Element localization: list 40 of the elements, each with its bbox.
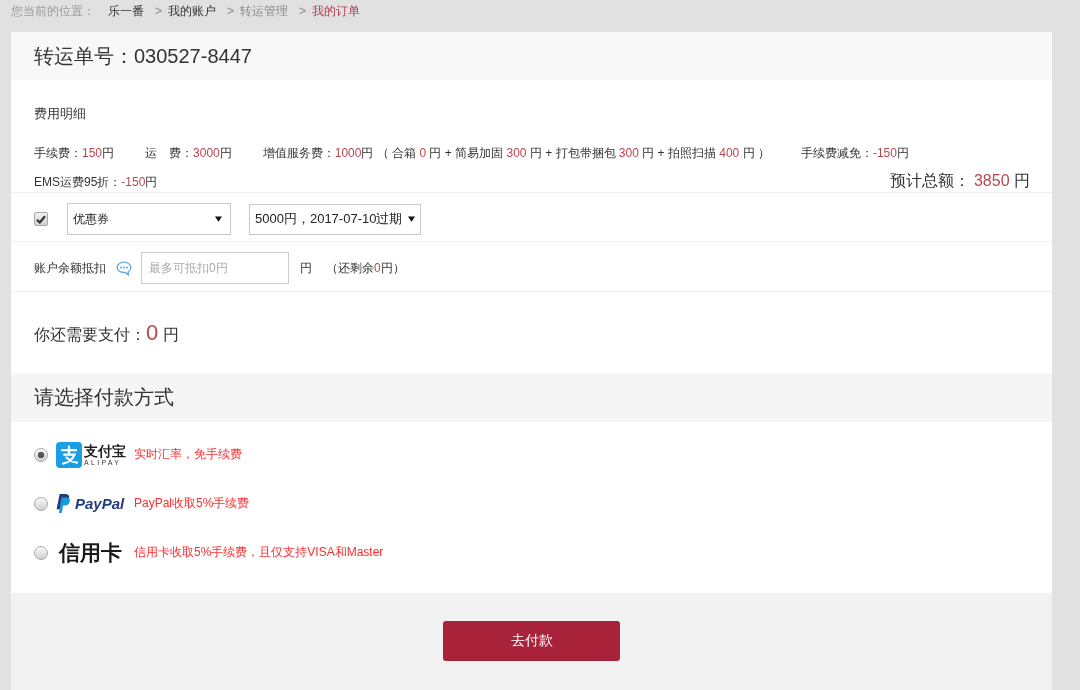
breadcrumb-separator: > (299, 4, 307, 18)
payment-note: 信用卡收取5%手续费，且仅支持VISA和Master (134, 544, 384, 561)
radio-button[interactable] (34, 447, 48, 462)
coupon-select[interactable]: 5000円，2017-07-10过期 (249, 203, 422, 235)
logo-text: 支付宝 (84, 442, 126, 459)
breadcrumb-link[interactable]: 乐一番 (108, 2, 144, 20)
payment-note: PayPal收取5%手续费 (134, 495, 250, 512)
breadcrumb-separator: > (155, 4, 162, 18)
check-icon (36, 214, 46, 224)
breadcrumb-link[interactable]: 我的账户 (168, 2, 216, 20)
radio-button[interactable] (34, 496, 48, 511)
estimated-total: 预计总额： 3850 円 (889, 171, 1030, 191)
logo-icon (56, 441, 82, 468)
breadcrumb-label: 您当前的位置： (11, 2, 95, 20)
pay-button[interactable]: 去付款 (443, 621, 620, 661)
coupon-type-select[interactable]: 优惠券 (67, 203, 231, 235)
fee-item: 运 费：3000円 (145, 145, 232, 162)
caret-icon (408, 216, 416, 222)
radio-button[interactable] (34, 545, 48, 560)
fee-item: 增值服务费：1000円 （ 合箱 0 円 + 简易加固 300 円 + 打包带捆包 300 円 + 拍照扫描 400 円 ） (262, 145, 770, 162)
logo-text: PayPal (75, 495, 125, 512)
logo-text: 信用卡 (59, 539, 122, 566)
order-number-title: 转运单号：030527-8447 (34, 45, 252, 67)
fee-item: EMS运费95折：-150円 (34, 174, 158, 191)
payment-note: 实时汇率，免手续费 (134, 446, 242, 463)
breadcrumb-current: 我的订单 (312, 2, 361, 20)
unit-label: 円 (300, 259, 312, 277)
amount-due: 你还需要支付：0 円 (34, 322, 179, 346)
balance-label: 账户余额抵扣 (34, 259, 106, 277)
section-title: 费用明细 (34, 105, 86, 123)
caret-icon (215, 216, 222, 222)
section-title: 请选择付款方式 (34, 385, 174, 410)
logo-icon (56, 494, 70, 513)
remaining-balance: （还剩余0円） (326, 259, 405, 277)
fee-item: 手续费：150円 (34, 145, 115, 162)
chat-bubble-icon[interactable] (116, 260, 132, 276)
balance-input[interactable]: 最多可抵扣0円 (141, 252, 289, 284)
breadcrumb-separator: > (227, 4, 235, 18)
checkbox[interactable] (34, 212, 48, 226)
fee-item: 手续费减免：-150円 (800, 145, 909, 162)
